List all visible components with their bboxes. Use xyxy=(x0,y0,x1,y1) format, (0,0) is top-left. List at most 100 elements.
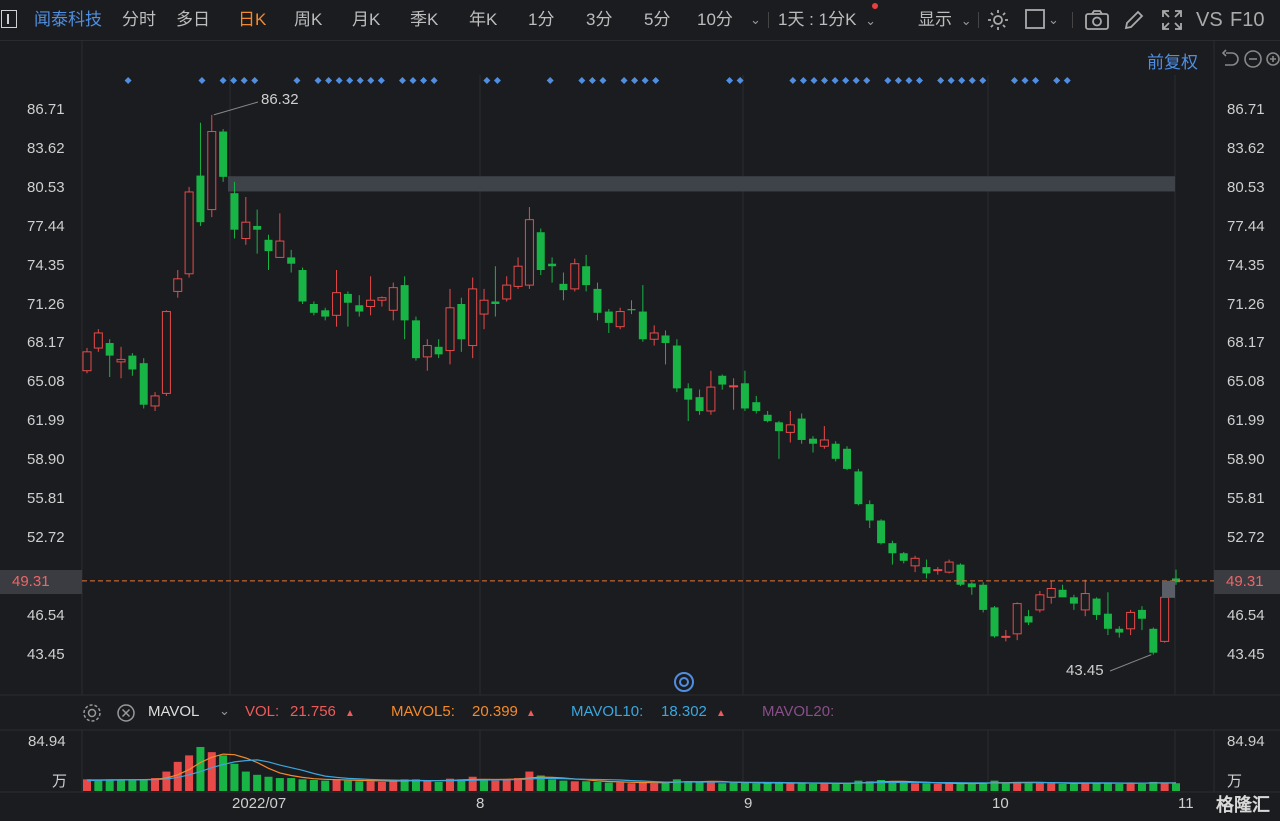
vol-axis-top-right: 84.94 xyxy=(1227,733,1265,750)
chevron-down-icon[interactable]: ⌄ xyxy=(750,0,761,40)
volume-bar xyxy=(321,780,330,791)
volume-bar xyxy=(718,783,727,791)
price-tick-label: 61.99 xyxy=(27,412,65,430)
fullscreen-icon[interactable] xyxy=(1160,8,1184,32)
indicator-name[interactable]: MAVOL xyxy=(148,703,199,720)
candle-body-down xyxy=(627,309,636,311)
event-marker-dot xyxy=(852,77,860,84)
volume-bar xyxy=(1126,783,1135,791)
event-marker-dot xyxy=(947,77,955,84)
close-icon[interactable] xyxy=(116,703,136,723)
tab-3[interactable]: 周K xyxy=(294,0,322,40)
volume-bar xyxy=(128,779,137,791)
event-marker-dot xyxy=(958,77,966,84)
price-tick-label: 55.81 xyxy=(1227,490,1265,507)
price-tick-label: 55.81 xyxy=(27,490,65,507)
tab-0[interactable]: 分时 xyxy=(122,0,156,40)
candle-body-up xyxy=(161,311,171,394)
candle-body-down xyxy=(797,418,806,440)
event-marker-dot xyxy=(726,77,734,84)
event-marker-dot xyxy=(894,77,902,84)
event-marker-dot xyxy=(599,77,607,84)
high-leader-line xyxy=(213,101,259,116)
period-select[interactable]: 1天 : 1分K ⌄ xyxy=(778,0,876,40)
event-marker-dot xyxy=(398,77,406,84)
volume-bar xyxy=(1137,783,1146,791)
candle-body-up xyxy=(1046,588,1056,598)
volume-bar xyxy=(740,782,749,791)
volume-bar xyxy=(1172,783,1180,791)
current-price-tag-left: 49.31 xyxy=(0,570,82,594)
event-marker-dot xyxy=(652,77,660,84)
tab-2[interactable]: 日K xyxy=(238,0,266,40)
price-tick-label: 77.44 xyxy=(1227,217,1265,235)
tab-7[interactable]: 1分 xyxy=(528,0,554,40)
candle-body-down xyxy=(638,311,647,340)
vs-button[interactable]: VS xyxy=(1196,0,1223,40)
tab-1[interactable]: 多日 xyxy=(176,0,210,40)
gear-icon[interactable] xyxy=(986,8,1010,32)
event-marker-dot xyxy=(325,77,333,84)
event-marker-dot xyxy=(230,77,238,84)
vol-label: VOL: xyxy=(245,703,280,720)
stock-name[interactable]: 闻泰科技 xyxy=(34,0,102,40)
candle-body-up xyxy=(184,191,194,275)
price-tick-label: 83.62 xyxy=(27,139,65,157)
volume-bar xyxy=(343,780,352,791)
event-marker-dot xyxy=(546,77,554,84)
volume-bar xyxy=(1092,783,1101,791)
volume-bar xyxy=(729,782,738,791)
f10-button[interactable]: F10 xyxy=(1230,0,1264,40)
chevron-down-icon: ⌄ xyxy=(960,13,972,28)
volume-bar xyxy=(752,783,761,791)
mavol5-line xyxy=(87,753,1177,785)
tab-6[interactable]: 年K xyxy=(469,0,497,40)
volume-bar xyxy=(695,781,704,791)
gear-icon[interactable] xyxy=(82,703,102,723)
price-tick-label: 52.72 xyxy=(27,528,65,546)
volume-bar xyxy=(797,782,806,791)
event-marker-dot xyxy=(863,77,871,84)
tab-10[interactable]: 10分 xyxy=(697,0,733,40)
price-tick-label: 80.53 xyxy=(1227,178,1265,196)
volume-bar xyxy=(706,781,715,791)
candle-body-down xyxy=(763,414,772,422)
price-tick-label: 65.08 xyxy=(1227,373,1265,391)
sidebar-toggle-icon[interactable] xyxy=(1,10,17,28)
volume-bar xyxy=(1115,783,1124,791)
price-tick-label: 74.35 xyxy=(1227,256,1265,274)
volume-bar xyxy=(763,783,772,791)
price-tick-label: 83.62 xyxy=(1227,139,1265,157)
volume-bar xyxy=(831,783,840,791)
event-marker-dot xyxy=(789,77,797,84)
candle-body-down xyxy=(990,607,999,637)
tab-8[interactable]: 3分 xyxy=(586,0,612,40)
volume-bar xyxy=(525,771,534,791)
candle-body-up xyxy=(388,287,398,311)
overlay-square-icon[interactable] xyxy=(1024,8,1046,30)
candle-body-down xyxy=(774,422,783,432)
up-arrow-icon: ▲ xyxy=(526,708,536,719)
candle-body-up xyxy=(1001,635,1011,638)
display-menu[interactable]: 显示 ⌄ xyxy=(918,0,972,40)
tab-4[interactable]: 月K xyxy=(352,0,380,40)
price-tick-label: 68.17 xyxy=(27,334,65,352)
chevron-down-icon[interactable]: ⌄ xyxy=(219,703,230,719)
event-marker-dot xyxy=(968,77,976,84)
candle-body-down xyxy=(899,553,908,561)
tab-9[interactable]: 5分 xyxy=(644,0,670,40)
volume-bar xyxy=(672,779,681,791)
pencil-icon[interactable] xyxy=(1122,8,1146,32)
candle-body-up xyxy=(116,358,126,363)
volume-bar xyxy=(548,779,557,791)
tab-5[interactable]: 季K xyxy=(410,0,438,40)
candle-body-down xyxy=(1103,613,1112,629)
chevron-down-icon[interactable]: ⌄ xyxy=(1048,0,1059,40)
volume-bar xyxy=(366,781,375,791)
price-tick-label: 52.72 xyxy=(1227,528,1265,546)
volume-bar xyxy=(684,781,693,791)
event-marker-dot xyxy=(631,77,639,84)
camera-icon[interactable] xyxy=(1084,8,1110,32)
candle-body-down xyxy=(434,346,443,355)
price-tick-label: 58.90 xyxy=(27,451,65,469)
